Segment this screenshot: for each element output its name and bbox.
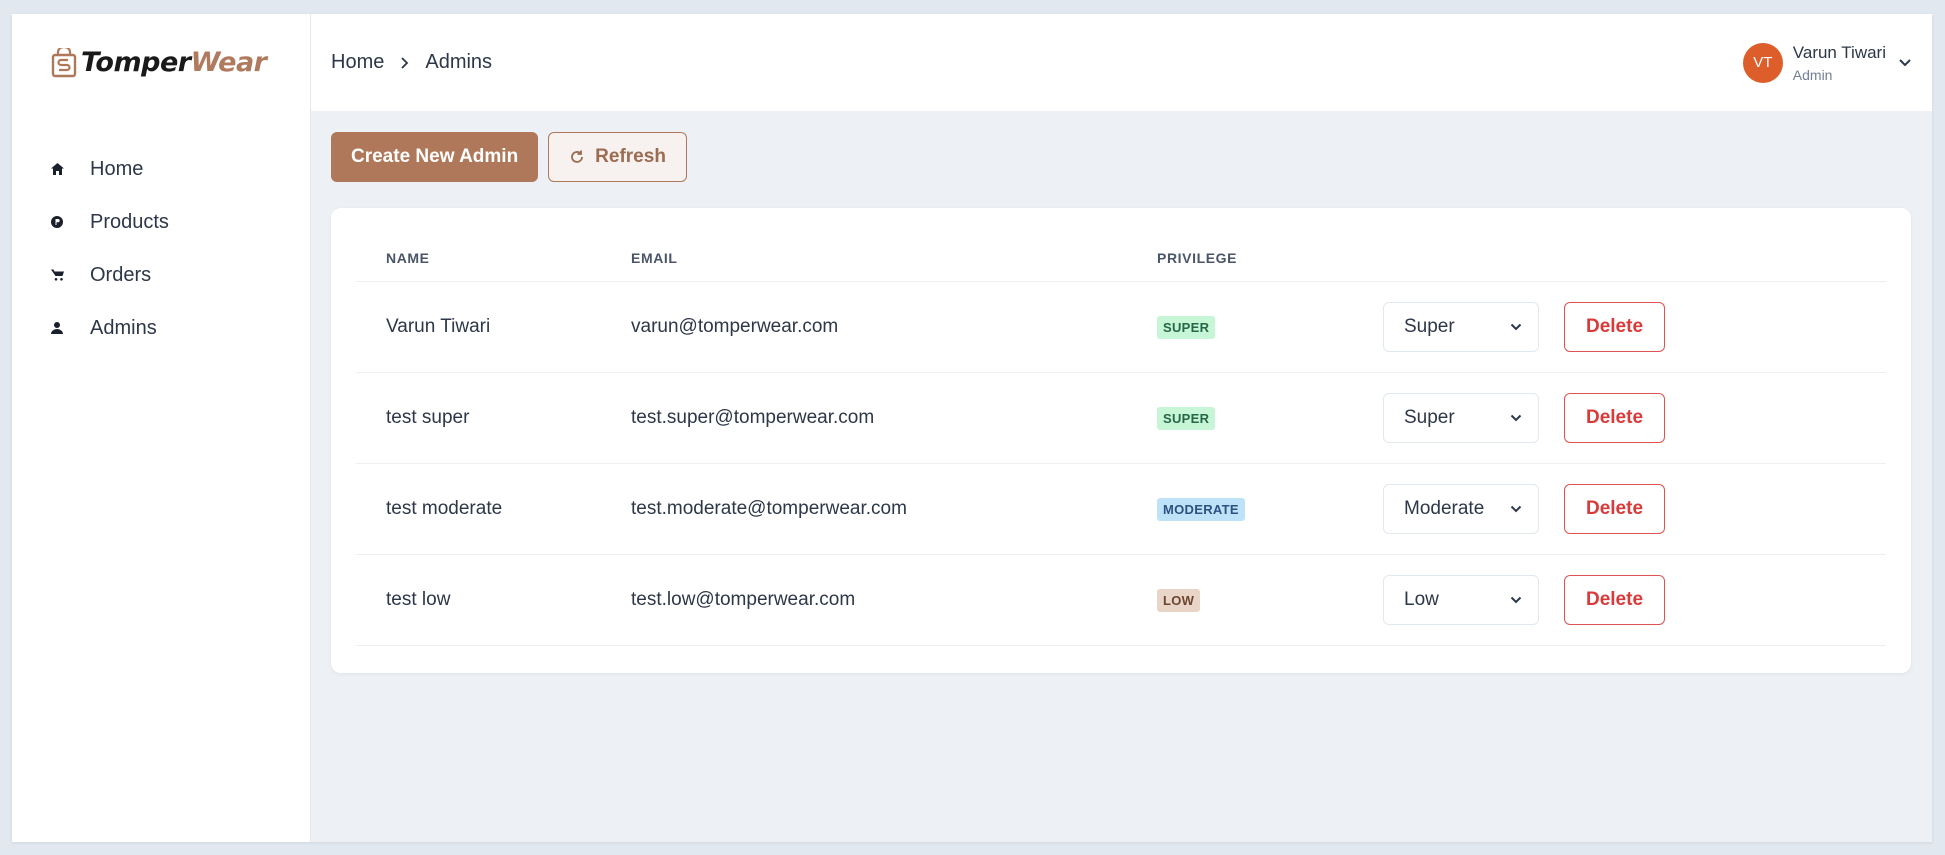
privilege-cell: MODERATE xyxy=(1157,497,1383,521)
privilege-badge: SUPER xyxy=(1157,315,1216,339)
admin-email: test.super@tomperwear.com xyxy=(631,407,875,428)
user-menu[interactable]: VT Varun Tiwari Admin xyxy=(1742,42,1912,83)
breadcrumb: Home Admins xyxy=(331,51,492,74)
row-actions: Moderate Delete xyxy=(1383,484,1665,534)
delete-button[interactable]: Delete xyxy=(1564,484,1665,534)
privilege-cell: LOW xyxy=(1157,588,1383,612)
sidebar-item-label: Admins xyxy=(90,316,157,339)
privilege-select[interactable]: Low xyxy=(1383,575,1539,625)
delete-button[interactable]: Delete xyxy=(1564,302,1665,352)
admin-email: test.moderate@tomperwear.com xyxy=(631,498,907,519)
privilege-badge: SUPER xyxy=(1157,406,1216,430)
cart-icon xyxy=(50,268,64,282)
sidebar-item-label: Products xyxy=(90,210,169,233)
column-header-name: NAME xyxy=(386,249,430,266)
breadcrumb-admins: Admins xyxy=(425,51,493,73)
admin-name: test super xyxy=(386,407,470,428)
brand-logo[interactable]: TomperWear xyxy=(51,47,267,78)
brand-name-part1: Tomper xyxy=(81,47,191,78)
app-window: TomperWear Home Products Orders Admins H… xyxy=(12,14,1932,842)
privilege-select[interactable]: Super xyxy=(1383,302,1539,352)
admins-table: NAME EMAIL PRIVILEGE Varun Tiwari varun@… xyxy=(356,234,1886,646)
home-icon xyxy=(50,162,64,176)
privilege-cell: SUPER xyxy=(1157,315,1383,339)
create-admin-button[interactable]: Create New Admin xyxy=(331,132,539,182)
privilege-badge: LOW xyxy=(1157,588,1201,612)
products-icon xyxy=(50,215,64,229)
chevron-down-icon xyxy=(1510,323,1522,331)
refresh-icon xyxy=(571,150,584,163)
admin-name: test moderate xyxy=(386,498,503,519)
privilege-select[interactable]: Moderate xyxy=(1383,484,1539,534)
sidebar-item-label: Home xyxy=(90,157,144,180)
toolbar: Create New Admin Refresh xyxy=(331,132,687,182)
refresh-label: Refresh xyxy=(595,146,666,167)
sidebar: TomperWear Home Products Orders Admins xyxy=(12,14,311,842)
privilege-select-value: Super xyxy=(1404,407,1455,428)
delete-button[interactable]: Delete xyxy=(1564,575,1665,625)
row-actions: Super Delete xyxy=(1383,302,1665,352)
brand-name: TomperWear xyxy=(81,47,267,78)
topbar: Home Admins VT Varun Tiwari Admin xyxy=(311,14,1932,111)
chevron-down-icon xyxy=(1510,505,1522,513)
admins-card: NAME EMAIL PRIVILEGE Varun Tiwari varun@… xyxy=(331,208,1911,673)
avatar: VT xyxy=(1742,42,1783,83)
admin-name: Varun Tiwari xyxy=(386,316,491,337)
column-header-privilege: PRIVILEGE xyxy=(1157,249,1238,266)
sidebar-item-label: Orders xyxy=(90,263,152,286)
admin-email: test.low@tomperwear.com xyxy=(631,589,856,610)
chevron-down-icon[interactable] xyxy=(1898,58,1912,67)
privilege-select-value: Super xyxy=(1404,316,1455,337)
sidebar-item-admins[interactable]: Admins xyxy=(50,293,290,363)
privilege-select[interactable]: Super xyxy=(1383,393,1539,443)
logo-icon xyxy=(51,47,77,77)
user-info: Varun Tiwari Admin xyxy=(1793,43,1886,83)
table-row: test low test.low@tomperwear.com LOW Low… xyxy=(356,555,1886,646)
table-header: NAME EMAIL PRIVILEGE xyxy=(356,234,1886,282)
user-name: Varun Tiwari xyxy=(1792,42,1886,62)
privilege-select-value: Moderate xyxy=(1404,498,1485,519)
privilege-cell: SUPER xyxy=(1157,406,1383,430)
column-header-email: EMAIL xyxy=(631,249,678,266)
admin-name: test low xyxy=(386,589,451,610)
user-icon xyxy=(50,321,64,335)
row-actions: Low Delete xyxy=(1383,575,1665,625)
privilege-badge: MODERATE xyxy=(1157,497,1245,521)
chevron-right-icon xyxy=(400,56,409,70)
admin-email: varun@tomperwear.com xyxy=(631,316,839,337)
privilege-select-value: Low xyxy=(1404,589,1439,610)
breadcrumb-home[interactable]: Home xyxy=(331,51,384,74)
main-content: Home Admins VT Varun Tiwari Admin Create… xyxy=(311,14,1932,842)
delete-button[interactable]: Delete xyxy=(1564,393,1665,443)
brand-name-part2: Wear xyxy=(190,47,267,78)
chevron-down-icon xyxy=(1510,596,1522,604)
table-row: test moderate test.moderate@tomperwear.c… xyxy=(356,464,1886,555)
chevron-down-icon xyxy=(1510,414,1522,422)
sidebar-nav: Home Products Orders Admins xyxy=(50,134,290,363)
table-row: Varun Tiwari varun@tomperwear.com SUPER … xyxy=(356,282,1886,373)
row-actions: Super Delete xyxy=(1383,393,1665,443)
refresh-button[interactable]: Refresh xyxy=(548,132,687,182)
user-role: Admin xyxy=(1792,66,1833,83)
table-row: test super test.super@tomperwear.com SUP… xyxy=(356,373,1886,464)
